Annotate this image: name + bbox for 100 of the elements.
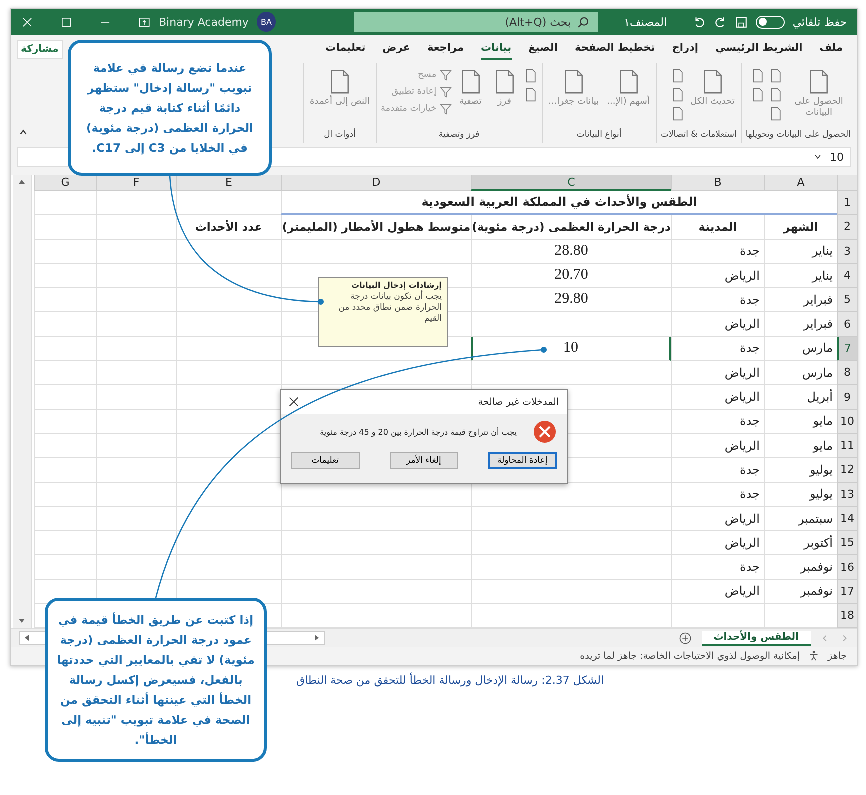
table-cell: جدة — [671, 240, 764, 264]
row-header[interactable]: 9 — [837, 385, 857, 410]
funnel-icon — [440, 103, 452, 115]
table-cell: الرياض — [671, 506, 764, 532]
ribbon-display-icon[interactable] — [138, 16, 151, 28]
column-header[interactable]: G — [34, 175, 96, 191]
maximize-icon[interactable] — [60, 16, 73, 28]
close-icon[interactable] — [21, 16, 34, 28]
table-cell: يوليو — [764, 458, 837, 483]
row-header[interactable]: 14 — [837, 506, 857, 532]
file-name[interactable]: المصنف١ — [624, 16, 668, 28]
document-icon[interactable] — [670, 107, 685, 121]
ribbon-tab[interactable]: الشريط الرئيسي — [715, 38, 803, 60]
document-icon[interactable] — [751, 88, 765, 102]
row-header[interactable]: 4 — [837, 264, 857, 288]
column-header[interactable]: B — [671, 175, 764, 191]
group-label: فرز وتصفية — [438, 130, 481, 142]
caret-icon[interactable] — [814, 153, 822, 161]
dialog-button[interactable]: إعادة المحاولة — [488, 452, 557, 469]
column-header[interactable]: E — [176, 175, 281, 191]
row-header[interactable]: 18 — [837, 604, 857, 628]
row-header[interactable]: 10 — [837, 410, 857, 434]
ribbon-tab[interactable]: بيانات — [481, 38, 512, 60]
table-cell — [34, 191, 96, 216]
document-icon[interactable] — [670, 88, 685, 102]
document-icon[interactable] — [670, 69, 685, 83]
table-cell — [34, 361, 96, 386]
row-header[interactable]: 8 — [837, 361, 857, 386]
row-header[interactable]: 6 — [837, 312, 857, 337]
table-cell: أكتوبر — [764, 531, 837, 556]
table-cell: نوفمبر — [764, 555, 837, 580]
column-heading: درجة الحرارة العظمى (درجة مئوية) — [471, 215, 671, 240]
document-icon[interactable] — [524, 88, 538, 102]
ribbon-tab[interactable]: تخطيط الصفحة — [574, 38, 656, 60]
close-icon[interactable] — [289, 397, 299, 407]
funnel-icon — [440, 86, 452, 98]
accessibility-icon[interactable] — [808, 650, 820, 662]
column-header[interactable]: D — [281, 175, 471, 191]
dialog-title: المدخلات غير صالحة — [478, 396, 559, 408]
column-heading: المدينة — [671, 215, 764, 240]
table-cell: جدة — [671, 458, 764, 483]
ribbon-tab[interactable]: إدراج — [672, 38, 698, 60]
table-cell: جدة — [671, 410, 764, 434]
table-cell: مارس — [764, 336, 837, 362]
row-header[interactable]: 11 — [837, 434, 857, 458]
table-cell — [34, 434, 96, 458]
row-header[interactable]: 3 — [837, 240, 857, 264]
callout-tooltip: إذا كتبت عن طريق الخطأ قيمة في عمود درجة الحرارة العظمى (درجة مئوية) لا تفي بالمعايير التي حددتها بالفعل، فسيعرض إكسل رسالة الخطأ التي عينتها أثناء التحقق من الصحة في علامة تبويب "تنبيه إلى الخطأ". — [45, 598, 267, 762]
table-cell: الرياض — [671, 385, 764, 410]
ribbon-tab[interactable]: تعليمات — [326, 38, 366, 60]
error-icon — [533, 420, 557, 444]
ribbon-tab[interactable]: ملف — [820, 38, 843, 60]
table-cell: الرياض — [671, 531, 764, 556]
undo-icon[interactable] — [693, 16, 706, 28]
group-label: استعلامات & اتصالات — [660, 130, 737, 142]
column-header[interactable]: A — [764, 175, 837, 191]
sheet-tab[interactable]: الطقس والأحداث — [702, 630, 811, 646]
search-field[interactable]: بحث (Alt+Q) — [354, 12, 598, 32]
table-cell: يوليو — [764, 482, 837, 507]
document-icon[interactable] — [751, 69, 765, 83]
table-cell — [34, 458, 96, 483]
dialog-button[interactable]: إلغاء الأمر — [390, 452, 458, 469]
table-cell: جدة — [671, 288, 764, 312]
save-icon[interactable] — [735, 16, 748, 28]
figure-caption: الشكل 2.37: رسالة الإدخال ورسالة الخطأ للتحقق من صحة النطاق — [296, 674, 604, 688]
accessibility-status[interactable]: إمكانية الوصول لذوي الاحتياجات الخاصة: جاهز لما تريده — [580, 650, 800, 662]
row-header[interactable]: 13 — [837, 482, 857, 507]
user-avatar[interactable]: BA — [256, 12, 276, 32]
column-header[interactable]: C — [471, 175, 671, 191]
document-icon[interactable] — [524, 69, 538, 83]
ribbon-tab[interactable]: الصيغ — [528, 38, 558, 60]
document-icon[interactable] — [769, 69, 783, 83]
row-header[interactable]: 15 — [837, 531, 857, 556]
table-cell: 28.80 — [471, 240, 671, 264]
ribbon-tab[interactable]: عرض — [382, 38, 410, 60]
row-header[interactable]: 12 — [837, 458, 857, 483]
table-cell: يناير — [764, 240, 837, 264]
table-cell: يناير — [764, 264, 837, 288]
autosave-toggle[interactable] — [756, 16, 785, 28]
row-header[interactable]: 5 — [837, 288, 857, 312]
table-cell: فبراير — [764, 312, 837, 337]
group-label: الحصول على البيانات وتحويلها — [746, 130, 851, 142]
document-icon[interactable] — [769, 88, 783, 102]
table-title: الطقس والأحداث في المملكة العربية السعودية — [281, 191, 837, 216]
chevron-icon[interactable] — [19, 128, 28, 137]
row-header[interactable]: 1 — [837, 191, 857, 216]
table-cell: سبتمبر — [764, 506, 837, 532]
row-header[interactable]: 17 — [837, 580, 857, 604]
share-button[interactable]: مشاركة — [17, 40, 63, 58]
row-header[interactable]: 7 — [837, 336, 857, 362]
row-header[interactable]: 2 — [837, 215, 857, 240]
document-icon[interactable] — [769, 107, 783, 121]
table-cell: مايو — [764, 434, 837, 458]
ribbon-tab[interactable]: مراجعة — [428, 38, 464, 60]
column-header[interactable]: F — [96, 175, 176, 191]
redo-icon[interactable] — [714, 16, 728, 28]
add-sheet-icon[interactable] — [678, 632, 692, 645]
column-heading: متوسط هطول الأمطار (المليمتر) — [281, 215, 471, 240]
row-header[interactable]: 16 — [837, 555, 857, 580]
dialog-button[interactable]: تعليمات — [291, 452, 360, 469]
